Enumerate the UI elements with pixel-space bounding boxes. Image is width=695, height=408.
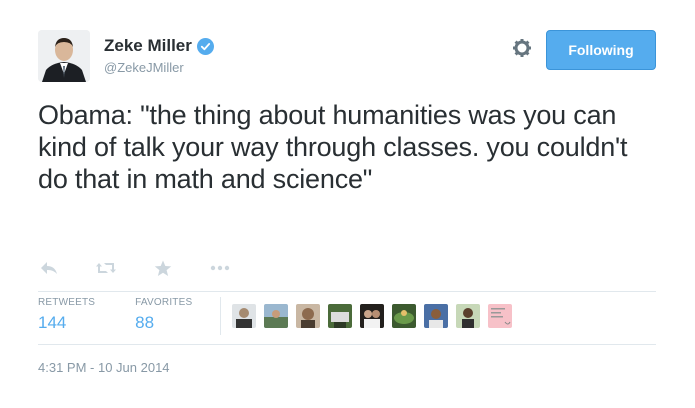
favoriter-avatar[interactable]	[264, 304, 288, 328]
favorite-icon[interactable]	[152, 258, 174, 278]
reply-icon[interactable]	[38, 258, 60, 278]
divider	[38, 291, 656, 292]
favoriter-avatar[interactable]	[360, 304, 384, 328]
favoriter-avatar[interactable]	[392, 304, 416, 328]
tweet-header: Zeke Miller @ZekeJMiller Following	[38, 30, 658, 84]
gear-icon[interactable]	[512, 38, 532, 58]
tweet-timestamp[interactable]: 4:31 PM - 10 Jun 2014	[38, 360, 170, 375]
favorites-label: FAVORITES	[135, 297, 193, 308]
following-button[interactable]: Following	[546, 30, 656, 70]
favoriter-avatars	[232, 304, 520, 328]
avatar[interactable]	[38, 30, 90, 82]
retweets-label: RETWEETS	[38, 297, 96, 308]
tweet-stats: RETWEETS 144 FAVORITES 88	[38, 297, 232, 333]
verified-badge-icon	[196, 37, 214, 55]
favorites-stat[interactable]: FAVORITES 88	[135, 297, 192, 333]
favorites-count: 88	[135, 313, 155, 332]
favoriter-avatar[interactable]	[296, 304, 320, 328]
retweets-count: 144	[38, 313, 67, 332]
favoriter-avatar[interactable]	[488, 304, 512, 328]
tweet-actions	[38, 258, 266, 278]
display-name[interactable]: Zeke Miller	[104, 36, 192, 56]
favoriter-avatar[interactable]	[456, 304, 480, 328]
more-icon[interactable]	[209, 258, 231, 278]
favoriter-avatar[interactable]	[232, 304, 256, 328]
retweet-icon[interactable]	[95, 258, 117, 278]
favoriter-avatar[interactable]	[328, 304, 352, 328]
retweets-stat[interactable]: RETWEETS 144	[38, 297, 95, 333]
divider	[38, 344, 656, 345]
stats-separator	[220, 297, 221, 335]
tweet-text: Obama: "the thing about humanities was y…	[38, 100, 628, 194]
favoriter-avatar[interactable]	[424, 304, 448, 328]
user-handle[interactable]: @ZekeJMiller	[104, 60, 214, 75]
